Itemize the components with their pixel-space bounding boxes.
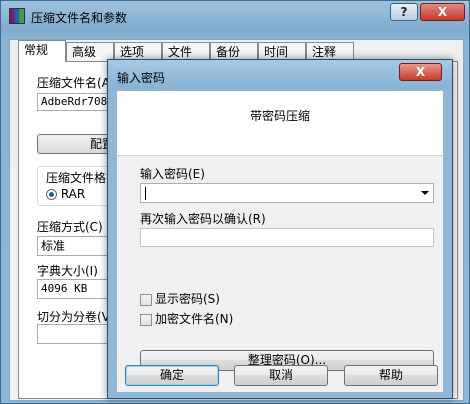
rar-radio-label: RAR [60,187,86,201]
dialog-client-area: 带密码压缩 输入密码(E) 再次输入密码以确认(R) 显示密码(S) 加密文件名… [116,90,444,393]
dialog-header: 带密码压缩 [117,91,443,156]
tab-general[interactable]: 常规 [18,40,66,62]
show-password-row[interactable]: 显示密码(S) [140,290,220,307]
encrypt-filenames-label: 加密文件名(N) [155,312,234,326]
split-volumes-label: 切分为分卷(V [37,310,110,324]
rar-radio[interactable] [46,189,57,200]
reenter-password-input[interactable] [140,228,434,247]
text-caret [145,187,146,200]
help-button[interactable]: ? [390,3,418,21]
reenter-password-label: 再次输入密码以确认(R) [140,212,266,226]
close-button[interactable]: X [420,3,465,21]
format-rar-option[interactable]: RAR [46,187,85,201]
main-window-title: 压缩文件名和参数 [31,11,128,25]
dialog-close-button[interactable]: X [399,63,442,81]
enter-password-label: 输入密码(E) [140,167,205,181]
dictionary-size-label: 字典大小(I) [37,264,98,278]
winrar-app-icon [9,8,25,24]
encrypt-filenames-checkbox[interactable] [140,313,152,326]
show-password-checkbox[interactable] [140,293,152,306]
main-title-bar: 压缩文件名和参数 ? X [1,1,469,31]
compression-method-label: 压缩方式(C) [37,220,103,234]
show-password-label: 显示密码(S) [155,292,220,306]
dialog-help-button[interactable]: 帮助 [344,365,438,386]
encrypt-filenames-row[interactable]: 加密文件名(N) [140,310,233,327]
archive-name-label: 压缩文件名(A [37,76,110,90]
dialog-header-text: 带密码压缩 [249,109,310,123]
cancel-button[interactable]: 取消 [234,365,328,386]
ok-button[interactable]: 确定 [125,365,219,386]
dialog-title: 输入密码 [117,71,166,85]
enter-password-combo[interactable] [140,183,434,203]
dropdown-arrow-icon[interactable] [421,191,429,195]
password-dialog: 输入密码 X 带密码压缩 输入密码(E) 再次输入密码以确认(R) 显示密码(S… [107,59,453,399]
